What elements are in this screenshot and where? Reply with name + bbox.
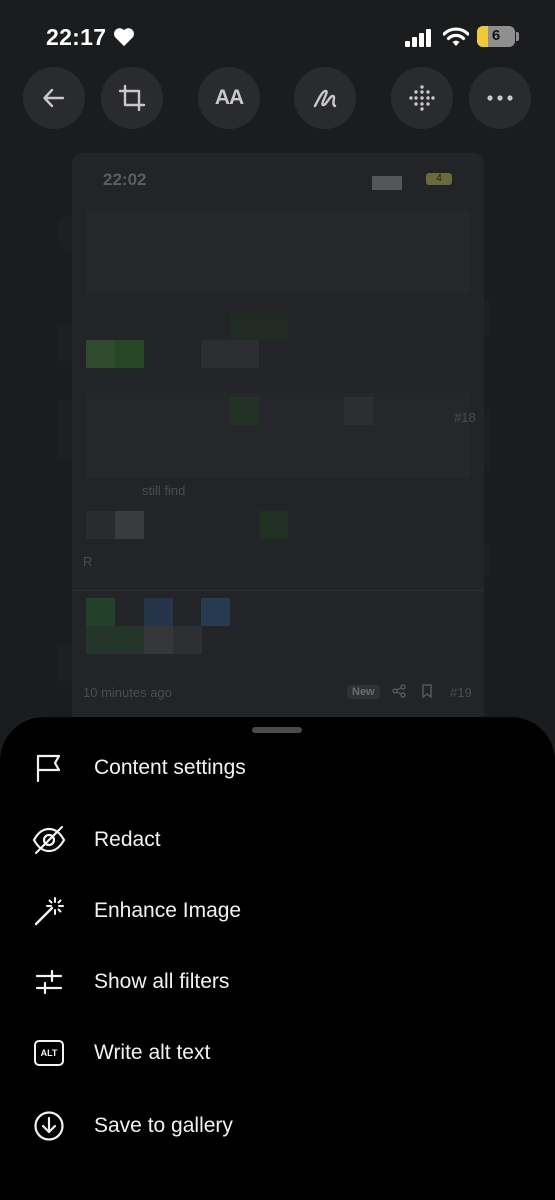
flag-icon <box>32 751 66 785</box>
eye-off-icon <box>32 823 66 857</box>
pixelated-block <box>86 511 115 539</box>
heart-icon <box>113 27 135 52</box>
battery-icon: 6 <box>477 26 515 47</box>
clock: 22:17 <box>46 24 107 50</box>
pattern-button[interactable] <box>391 67 453 129</box>
pixelated-block <box>86 211 470 293</box>
crop-button[interactable] <box>101 67 163 129</box>
preview-fragment: still find <box>142 483 186 498</box>
battery-level: 6 <box>491 27 501 44</box>
menu-item-write-alt-text[interactable]: ALT Write alt text <box>0 1023 555 1083</box>
preview-battery: 4 <box>426 173 452 185</box>
menu-item-label: Write alt text <box>94 1041 211 1064</box>
pixelated-block <box>86 393 470 478</box>
options-sheet: Content settings Redact Enhance Image Sh… <box>0 717 555 1200</box>
preview-status-icons <box>372 176 402 190</box>
magic-wand-icon <box>32 894 66 928</box>
share-icon <box>392 684 406 698</box>
pixelated-block <box>86 340 115 368</box>
sheet-handle[interactable] <box>252 727 302 733</box>
pixelated-block <box>86 598 115 626</box>
preview-fragment: R <box>83 554 93 569</box>
menu-item-redact[interactable]: Redact <box>0 810 555 870</box>
preview-fragment: #18 <box>454 410 476 425</box>
menu-item-label: Show all filters <box>94 970 230 993</box>
pixelated-block <box>201 598 230 626</box>
more-icon <box>487 95 513 101</box>
pixelated-block <box>344 397 373 425</box>
preview-time: 22:02 <box>103 170 147 189</box>
alt-badge: ALT <box>34 1040 64 1066</box>
preview-new-badge: New <box>347 685 380 699</box>
battery-nub <box>516 32 519 41</box>
pixelated-block <box>201 340 259 368</box>
pixelated-block <box>259 511 288 539</box>
status-bar: 22:17 6 <box>0 0 555 75</box>
menu-item-content-settings[interactable]: Content settings <box>0 738 555 798</box>
draw-button[interactable] <box>294 67 356 129</box>
pixelated-block <box>230 397 259 425</box>
menu-item-label: Save to gallery <box>94 1114 233 1137</box>
back-arrow-icon <box>43 88 65 108</box>
dots-grid-icon <box>409 85 435 111</box>
more-button[interactable] <box>469 67 531 129</box>
pixelated-block <box>86 626 144 654</box>
preview-timestamp: 10 minutes ago <box>83 685 172 700</box>
menu-item-show-all-filters[interactable]: Show all filters <box>0 952 555 1012</box>
sliders-icon <box>32 965 66 999</box>
back-button[interactable] <box>23 67 85 129</box>
menu-item-label: Enhance Image <box>94 899 242 922</box>
alt-text-icon: ALT <box>32 1036 66 1070</box>
draw-icon <box>313 89 337 108</box>
image-preview[interactable]: 22:02 4 #18 still find R 10 minutes ago … <box>72 153 484 753</box>
signal-icon <box>405 29 433 52</box>
pixelated-block <box>86 654 470 676</box>
pixelated-block <box>144 598 173 626</box>
pixelated-block <box>144 626 173 654</box>
pixelated-block <box>173 626 202 654</box>
wifi-icon <box>442 27 470 52</box>
menu-item-save-to-gallery[interactable]: Save to gallery <box>0 1096 555 1156</box>
pixelated-block <box>115 340 144 368</box>
preview-fragment: #19 <box>450 685 472 700</box>
crop-icon <box>118 84 146 112</box>
divider <box>72 590 484 591</box>
text-size-icon: AA <box>214 86 244 109</box>
download-circle-icon <box>32 1109 66 1143</box>
pixelated-block <box>230 313 288 340</box>
pixelated-block <box>115 511 144 539</box>
text-button[interactable]: AA <box>198 67 260 129</box>
menu-item-label: Content settings <box>94 756 246 779</box>
bookmark-icon <box>422 684 432 698</box>
menu-item-enhance-image[interactable]: Enhance Image <box>0 881 555 941</box>
menu-item-label: Redact <box>94 828 161 851</box>
